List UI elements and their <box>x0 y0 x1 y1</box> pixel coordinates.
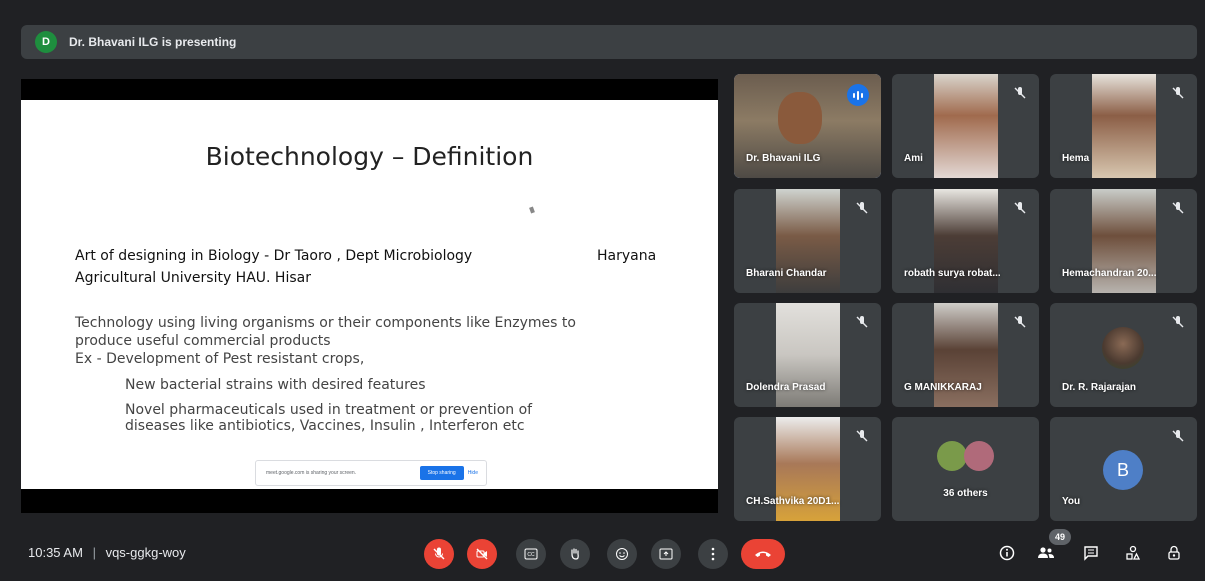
shared-screen: Biotechnology – Definition Art of design… <box>21 79 718 513</box>
present-now-button[interactable] <box>651 539 681 569</box>
sharing-notice: meet.google.com is sharing your screen. <box>266 470 357 476</box>
presenting-banner: D Dr. Bhavani ILG is presenting <box>21 25 1197 59</box>
screen-sharing-bar: meet.google.com is sharing your screen. … <box>255 460 487 486</box>
slide-line: Ex - Development of Pest resistant crops… <box>75 351 365 367</box>
reactions-button[interactable] <box>607 539 637 569</box>
slide-line: Art of designing in Biology - Dr Taoro ,… <box>75 248 473 264</box>
participant-name: Ami <box>904 153 923 164</box>
participant-video <box>1092 74 1156 178</box>
current-time: 10:35 AM <box>28 545 83 560</box>
leave-call-button[interactable] <box>741 539 785 569</box>
participant-name: You <box>1062 496 1081 507</box>
info-icon <box>999 545 1015 561</box>
separator: | <box>92 545 96 560</box>
participant-video <box>934 74 998 178</box>
participant-face <box>778 92 822 144</box>
presentation-slide: Biotechnology – Definition Art of design… <box>21 100 718 489</box>
camera-toggle-button[interactable] <box>467 539 497 569</box>
hang-up-icon <box>755 551 771 557</box>
stop-sharing-button[interactable]: Stop sharing <box>419 466 464 480</box>
captions-button[interactable]: CC <box>516 539 546 569</box>
microphone-toggle-button[interactable] <box>424 539 454 569</box>
slide-line: Novel pharmaceuticals used in treatment … <box>125 402 533 418</box>
slide-line: Technology using living organisms or the… <box>75 315 576 331</box>
control-bar: 10:35 AM | vqs-ggkg-woy CC 49 <box>0 527 1205 581</box>
other-participant-avatar <box>964 441 994 471</box>
mic-off-icon <box>1172 87 1184 99</box>
presenter-avatar: D <box>35 31 57 53</box>
mic-off-icon <box>856 316 868 328</box>
raise-hand-button[interactable] <box>560 539 590 569</box>
participant-tile[interactable]: Dr. Bhavani ILG <box>734 74 881 178</box>
others-count-label: 36 others <box>943 488 988 499</box>
emoji-icon <box>616 548 628 560</box>
meeting-code: vqs-ggkg-woy <box>105 545 186 560</box>
more-vertical-icon <box>711 547 715 561</box>
mic-off-icon <box>1014 87 1026 99</box>
self-tile[interactable]: B You <box>1050 417 1197 521</box>
participant-name: Dolendra Prasad <box>746 382 826 393</box>
hide-button[interactable]: Hide <box>468 470 478 476</box>
slide-line: diseases like antibiotics, Vaccines, Ins… <box>125 418 525 434</box>
participant-tile[interactable]: Hemachandran 20... <box>1050 189 1197 293</box>
activities-icon <box>1126 545 1141 560</box>
mic-off-icon <box>1172 202 1184 214</box>
captions-icon: CC <box>524 548 538 560</box>
meeting-info-button[interactable] <box>993 539 1021 567</box>
mic-off-icon <box>1014 202 1026 214</box>
participant-tile[interactable]: robath surya robat... <box>892 189 1039 293</box>
mic-off-icon <box>856 430 868 442</box>
activities-button[interactable] <box>1119 539 1147 567</box>
participant-tile[interactable]: Bharani Chandar <box>734 189 881 293</box>
participant-avatar <box>1102 327 1144 369</box>
others-tile[interactable]: 36 others <box>892 417 1039 521</box>
participant-name: Dr. Bhavani ILG <box>746 153 821 164</box>
mic-off-icon <box>433 547 445 560</box>
participant-name: Hemachandran 20... <box>1062 268 1157 279</box>
participant-tile[interactable]: Dolendra Prasad <box>734 303 881 407</box>
mic-off-icon <box>1172 316 1184 328</box>
mic-off-icon <box>1172 430 1184 442</box>
participant-tile[interactable]: G MANIKKARAJ <box>892 303 1039 407</box>
camera-off-icon <box>476 548 488 560</box>
lock-person-icon <box>1168 545 1180 560</box>
slide-line: produce useful commercial products <box>75 333 331 349</box>
presenting-text: Dr. Bhavani ILG is presenting <box>69 35 237 49</box>
slide-title: Biotechnology – Definition <box>205 142 534 171</box>
mouse-pointer <box>529 206 535 214</box>
svg-text:CC: CC <box>527 552 535 558</box>
participant-tile[interactable]: Hema <box>1050 74 1197 178</box>
slide-line: Haryana <box>597 248 657 264</box>
chat-button[interactable] <box>1077 539 1105 567</box>
participant-name: G MANIKKARAJ <box>904 382 982 393</box>
speaking-indicator-icon <box>847 84 869 106</box>
participant-name: Dr. R. Rajarajan <box>1062 382 1136 393</box>
mic-off-icon <box>856 202 868 214</box>
slide-line: New bacterial strains with desired featu… <box>125 377 426 393</box>
raise-hand-icon <box>571 548 579 560</box>
other-participant-avatar <box>937 441 967 471</box>
meeting-details: 10:35 AM | vqs-ggkg-woy <box>28 545 186 560</box>
participant-name: Hema <box>1062 153 1090 164</box>
present-screen-icon <box>659 548 673 560</box>
participant-tile[interactable]: CH.Sathvika 20D1... <box>734 417 881 521</box>
participant-name: Bharani Chandar <box>746 268 827 279</box>
host-controls-button[interactable] <box>1160 539 1188 567</box>
participant-name: CH.Sathvika 20D1... <box>746 496 840 507</box>
participant-tile[interactable]: Ami <box>892 74 1039 178</box>
self-avatar: B <box>1103 450 1143 490</box>
participant-tile[interactable]: Dr. R. Rajarajan <box>1050 303 1197 407</box>
people-icon <box>1038 547 1054 558</box>
participant-name: robath surya robat... <box>904 268 1001 279</box>
chat-icon <box>1084 546 1098 561</box>
more-options-button[interactable] <box>698 539 728 569</box>
slide-line: Agricultural University HAU. Hisar <box>75 270 311 286</box>
people-button[interactable] <box>1032 539 1060 567</box>
mic-off-icon <box>1014 316 1026 328</box>
